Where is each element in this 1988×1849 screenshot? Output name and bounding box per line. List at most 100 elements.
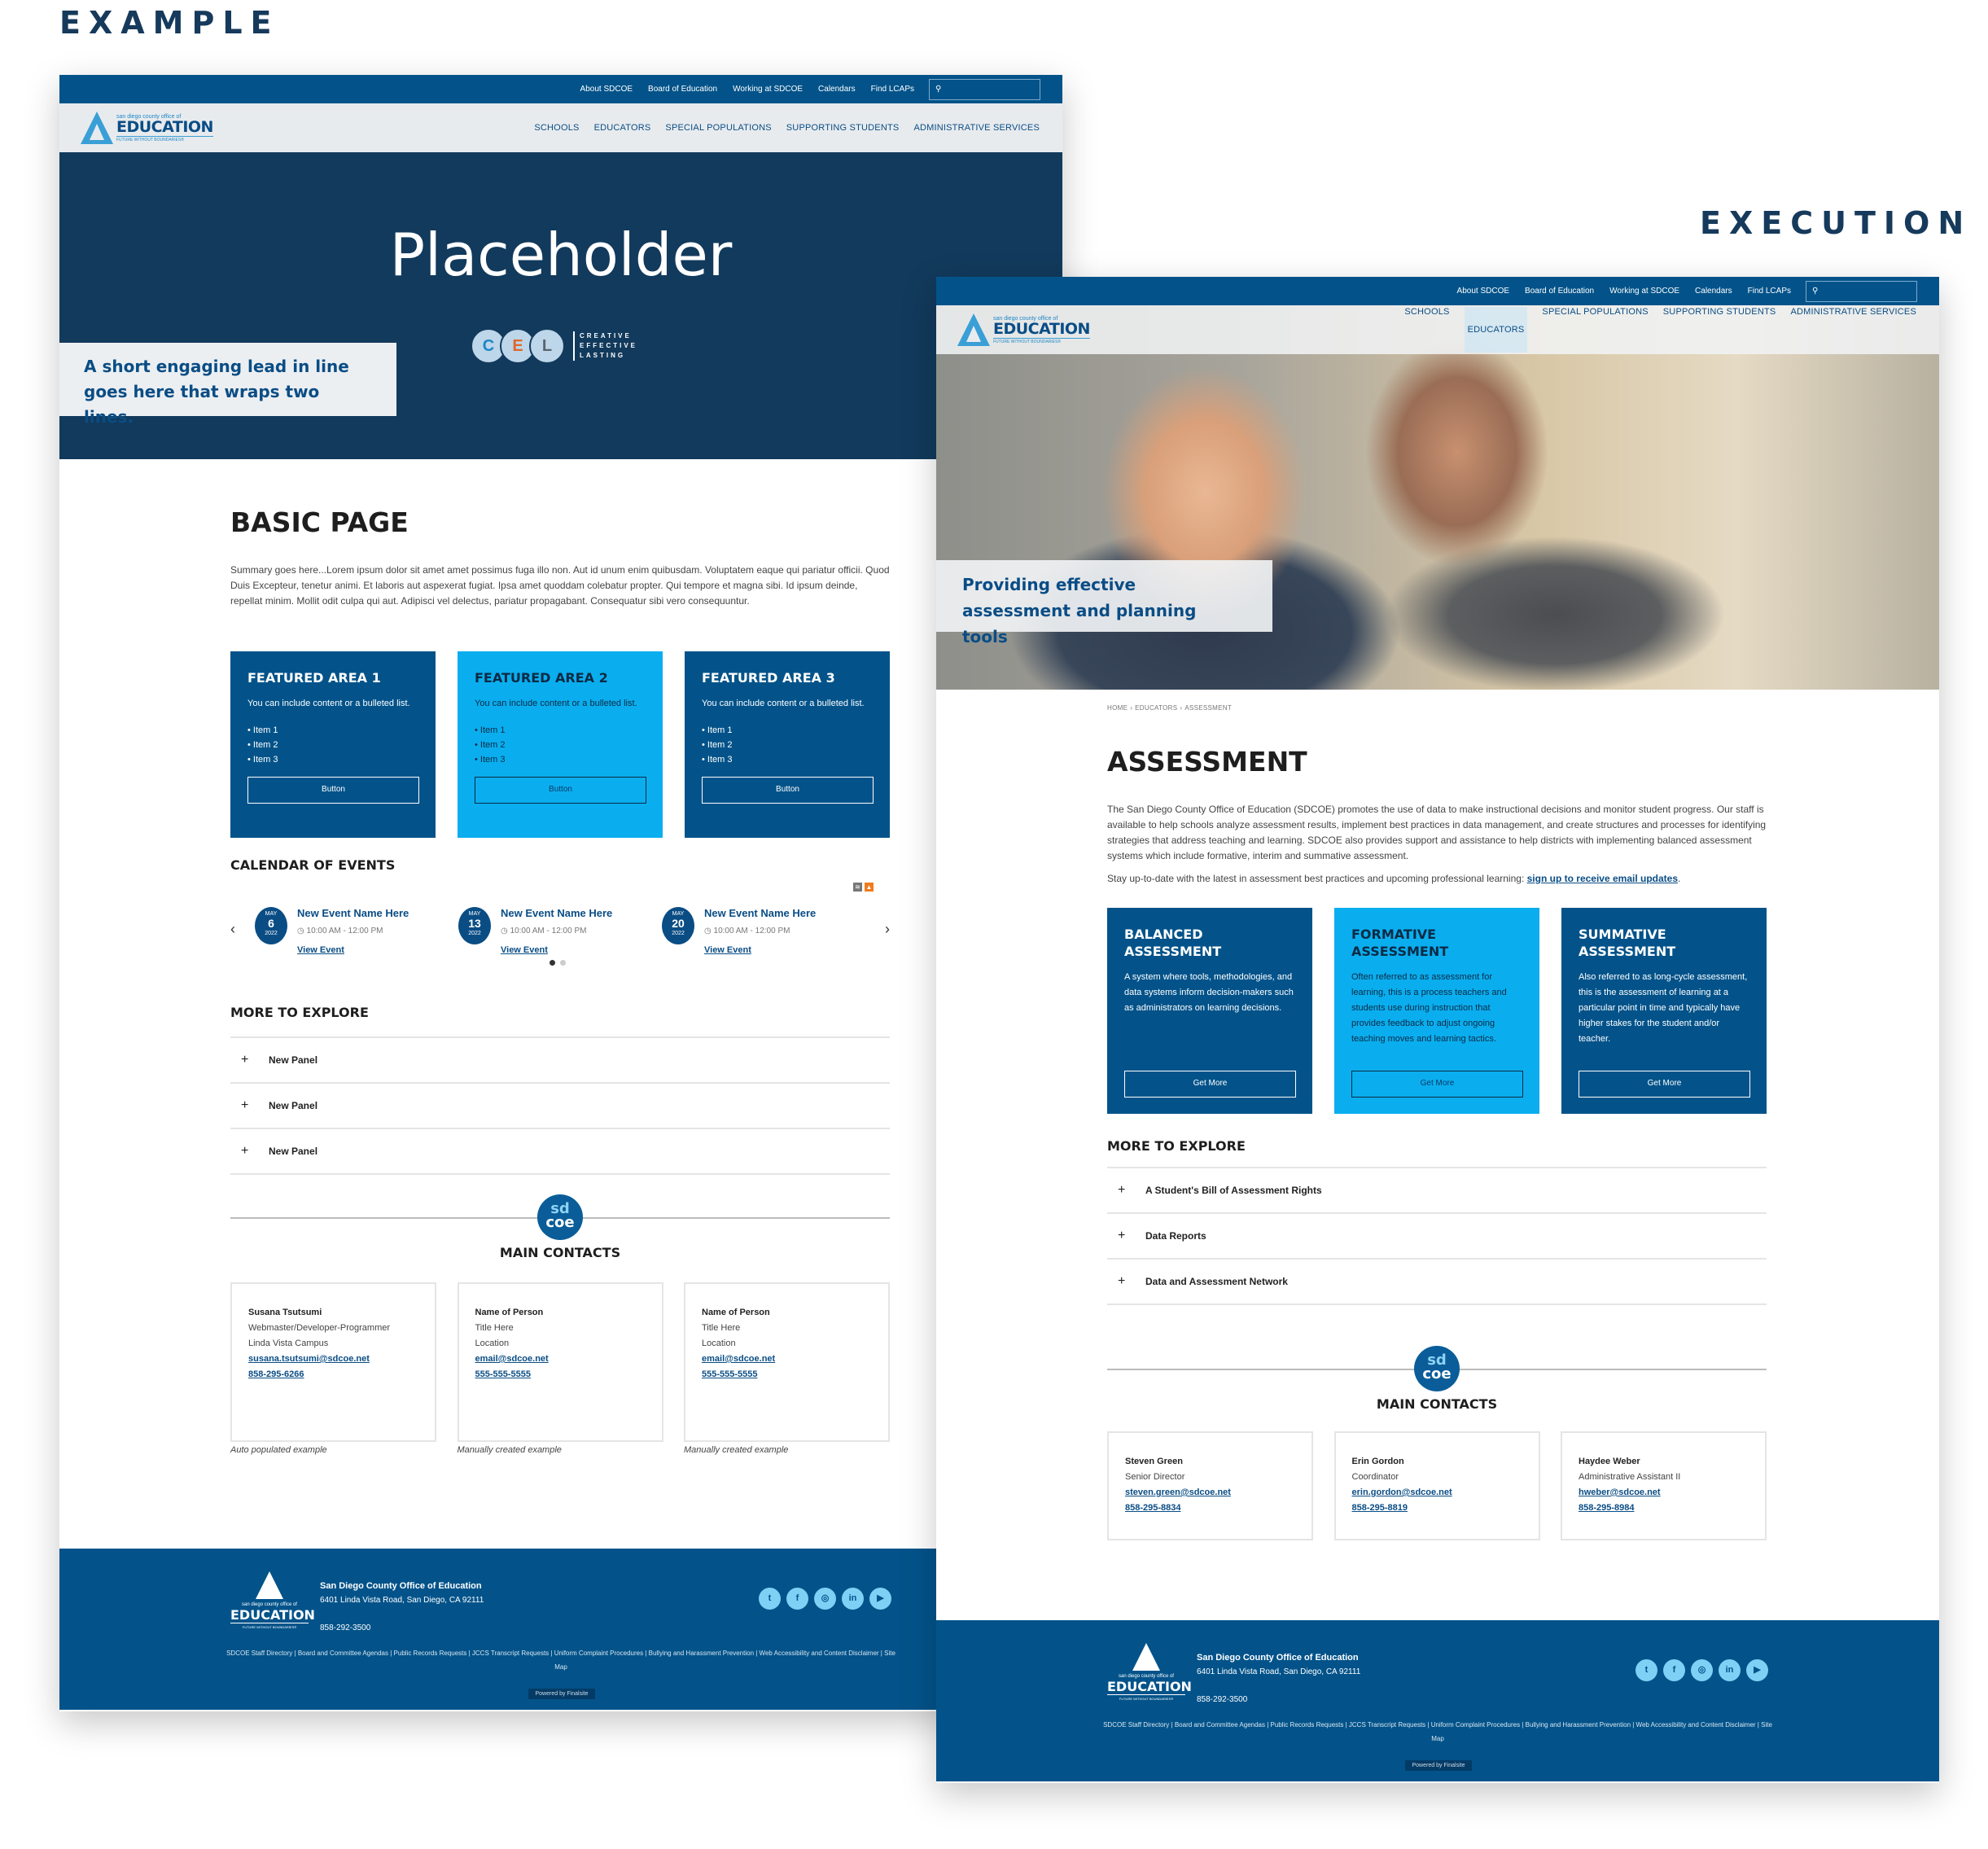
nav-item-supporting-students[interactable]: SUPPORTING STUDENTS (1663, 307, 1776, 353)
footer-link[interactable]: JCCS Transcript Requests (1349, 1721, 1425, 1729)
featured-card-button[interactable]: Button (247, 777, 419, 804)
utility-link[interactable]: Working at SDCOE (1609, 287, 1679, 296)
view-event-link[interactable]: View Event (501, 945, 548, 955)
signup-text: Stay up-to-date with the latest in asses… (1107, 873, 1681, 884)
footer-logo[interactable]: san diego county office of EDUCATION FUTUR… (1107, 1643, 1192, 1701)
nav-item-administrative-services[interactable]: ADMINISTRATIVE SERVICES (913, 123, 1040, 133)
utility-link[interactable]: About SDCOE (580, 85, 633, 94)
view-event-link[interactable]: View Event (297, 945, 344, 955)
accordion-item[interactable]: + New Panel (230, 1129, 890, 1175)
facebook-icon[interactable]: f (786, 1588, 808, 1610)
youtube-icon[interactable]: ▶ (869, 1588, 891, 1610)
footer-link[interactable]: Bullying and Harassment Prevention (649, 1650, 754, 1657)
contact-email-link[interactable]: susana.tsutsumi@sdcoe.net (248, 1352, 418, 1367)
carousel-prev-button[interactable]: ‹ (230, 921, 235, 938)
footer-link[interactable]: Public Records Requests (1271, 1721, 1344, 1729)
nav-item-schools[interactable]: SCHOOLS (534, 123, 579, 133)
contact-email-link[interactable]: email@sdcoe.net (475, 1352, 646, 1367)
footer-link[interactable]: JCCS Transcript Requests (472, 1650, 549, 1657)
footer-logo[interactable]: san diego county office of EDUCATION FUTUR… (230, 1571, 315, 1629)
contact-phone-link[interactable]: 858-295-8819 (1352, 1501, 1522, 1516)
footer-link[interactable]: Uniform Complaint Procedures (554, 1650, 643, 1657)
contact-email-link[interactable]: email@sdcoe.net (702, 1352, 872, 1367)
rss-icon[interactable]: ≋ (853, 883, 862, 892)
alert-icon[interactable]: ▲ (865, 883, 874, 892)
accordion-item[interactable]: + Data Reports (1107, 1214, 1767, 1260)
featured-card-button[interactable]: Get More (1579, 1071, 1750, 1098)
search-input[interactable]: ⚲ (1806, 280, 1917, 302)
breadcrumb-item[interactable]: EDUCATORS (1135, 704, 1177, 712)
featured-card-button[interactable]: Get More (1351, 1071, 1523, 1098)
linkedin-icon[interactable]: in (842, 1588, 864, 1610)
search-input[interactable]: ⚲ (929, 78, 1040, 100)
contact-name: Susana Tsutsumi (248, 1308, 322, 1317)
utility-link[interactable]: Find LCAPs (871, 85, 914, 94)
twitter-icon[interactable]: t (759, 1588, 781, 1610)
carousel-next-button[interactable]: › (885, 921, 890, 938)
carousel-dot-2[interactable] (560, 960, 566, 966)
hero: Placeholder A short engaging lead in lin… (59, 152, 1062, 459)
instagram-icon[interactable]: ◎ (814, 1588, 836, 1610)
nav-item-educators[interactable]: EDUCATORS (594, 123, 651, 133)
footer-link[interactable]: Uniform Complaint Procedures (1431, 1721, 1520, 1729)
powered-by-badge[interactable]: Powered by Finalsite (1405, 1760, 1472, 1771)
facebook-icon[interactable]: f (1663, 1659, 1685, 1681)
featured-card-button[interactable]: Button (702, 777, 874, 804)
nav-item-administrative-services[interactable]: ADMINISTRATIVE SERVICES (1790, 307, 1916, 353)
footer-link[interactable]: Web Accessibility and Content Disclaimer (760, 1650, 879, 1657)
utility-link[interactable]: Board of Education (1525, 287, 1594, 296)
featured-card-list: Item 1Item 2Item 3 (247, 723, 419, 767)
twitter-icon[interactable]: t (1636, 1659, 1657, 1681)
nav-item-special-populations[interactable]: SPECIAL POPULATIONS (665, 123, 771, 133)
utility-link[interactable]: About SDCOE (1457, 287, 1509, 296)
signup-link[interactable]: sign up to receive email updates (1527, 873, 1678, 884)
instagram-icon[interactable]: ◎ (1691, 1659, 1713, 1681)
contact-phone-link[interactable]: 858-295-8834 (1125, 1501, 1295, 1516)
logo-text: san diego county office of EDUCATION FUTUR… (993, 316, 1090, 344)
utility-link[interactable]: Board of Education (648, 85, 717, 94)
event-name[interactable]: New Event Name Here (704, 907, 816, 919)
accordion-item[interactable]: + A Student's Bill of Assessment Rights (1107, 1168, 1767, 1214)
accordion-item[interactable]: + New Panel (230, 1084, 890, 1129)
event-name[interactable]: New Event Name Here (501, 907, 612, 919)
featured-card-button[interactable]: Button (475, 777, 646, 804)
footer-link[interactable]: SDCOE Staff Directory (1103, 1721, 1169, 1729)
footer-link[interactable]: Board and Committee Agendas (1175, 1721, 1265, 1729)
featured-card-button[interactable]: Get More (1124, 1071, 1296, 1098)
contact-email-link[interactable]: hweber@sdcoe.net (1579, 1485, 1749, 1501)
nav-item-educators[interactable]: EDUCATORS (1464, 307, 1528, 353)
site-logo[interactable]: san diego county office of EDUCATION FUTUR… (957, 313, 1090, 346)
site-logo[interactable]: san diego county office of EDUCATION FUTUR… (81, 112, 213, 144)
footer-links: SDCOE Staff Directory | Board and Commit… (222, 1646, 900, 1674)
contact-email-link[interactable]: steven.green@sdcoe.net (1125, 1485, 1295, 1501)
view-event-link[interactable]: View Event (704, 945, 751, 955)
carousel-dot-1[interactable] (550, 960, 555, 966)
nav-item-supporting-students[interactable]: SUPPORTING STUDENTS (786, 123, 900, 133)
youtube-icon[interactable]: ▶ (1746, 1659, 1768, 1681)
utility-link[interactable]: Working at SDCOE (733, 85, 803, 94)
contact-email-link[interactable]: erin.gordon@sdcoe.net (1352, 1485, 1522, 1501)
footer-link[interactable]: Public Records Requests (394, 1650, 467, 1657)
contact-phone-link[interactable]: 555-555-5555 (702, 1367, 872, 1382)
footer-link[interactable]: Web Accessibility and Content Disclaimer (1636, 1721, 1756, 1729)
footer-link[interactable]: Bullying and Harassment Prevention (1526, 1721, 1631, 1729)
contact-phone-link[interactable]: 858-295-6266 (248, 1367, 418, 1382)
linkedin-icon[interactable]: in (1719, 1659, 1741, 1681)
event-name[interactable]: New Event Name Here (297, 907, 409, 919)
breadcrumb-item[interactable]: HOME (1107, 704, 1128, 712)
utility-link[interactable]: Calendars (818, 85, 856, 94)
utility-link[interactable]: Find LCAPs (1748, 287, 1791, 296)
footer-link[interactable]: SDCOE Staff Directory (226, 1650, 292, 1657)
utility-link[interactable]: Calendars (1695, 287, 1732, 296)
contact-phone-link[interactable]: 555-555-5555 (475, 1367, 646, 1382)
footer-link[interactable]: Board and Committee Agendas (298, 1650, 388, 1657)
accordion-item[interactable]: + New Panel (230, 1038, 890, 1084)
accordion-item[interactable]: + Data and Assessment Network (1107, 1260, 1767, 1305)
contact-caption: Manually created example (457, 1445, 562, 1455)
contact-name: Steven Green (1125, 1457, 1183, 1466)
nav-item-special-populations[interactable]: SPECIAL POPULATIONS (1542, 307, 1648, 353)
contact-detail: Senior Director (1125, 1472, 1185, 1482)
nav-item-schools[interactable]: SCHOOLS (1404, 307, 1449, 353)
contact-phone-link[interactable]: 858-295-8984 (1579, 1501, 1749, 1516)
powered-by-badge[interactable]: Powered by Finalsite (528, 1689, 595, 1699)
